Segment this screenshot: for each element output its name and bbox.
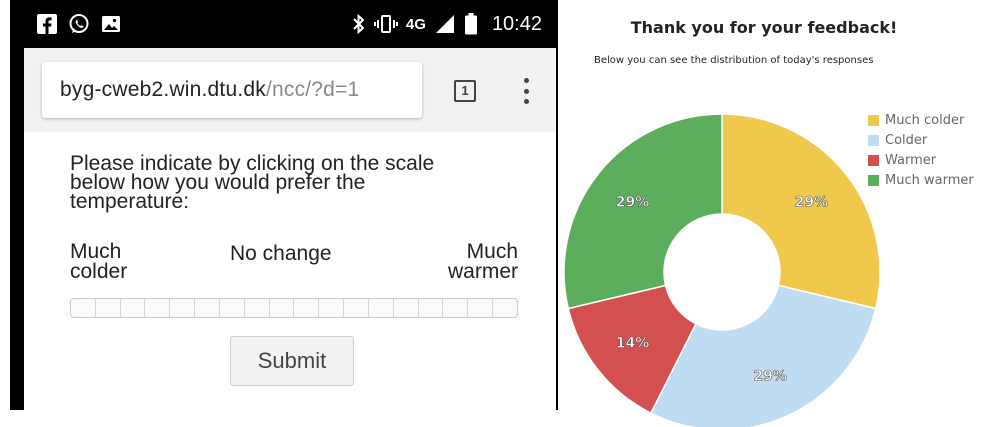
donut-chart: 29% 29% 14% 29% — [563, 113, 881, 427]
legend-item[interactable]: Much warmer — [868, 170, 974, 190]
legend-label: Warmer — [885, 152, 937, 168]
legend-item[interactable]: Much colder — [868, 110, 974, 130]
legend-label: Much warmer — [885, 172, 974, 188]
donut-slice-much-colder — [721, 113, 881, 310]
legend-item[interactable]: Colder — [868, 130, 974, 150]
slice-label: 29% — [795, 194, 829, 210]
slice-label: 29% — [616, 194, 650, 210]
legend-label: Much colder — [885, 112, 965, 128]
chart-legend: Much colder Colder Warmer Much warmer — [868, 110, 974, 190]
legend-item[interactable]: Warmer — [868, 150, 974, 170]
donut-slice-colder — [649, 284, 877, 427]
slice-label: 29% — [753, 368, 787, 384]
legend-swatch — [868, 134, 879, 146]
legend-label: Colder — [885, 132, 928, 148]
donut-slice-much-warmer — [563, 113, 723, 310]
slice-label: 14% — [616, 336, 650, 352]
legend-swatch — [868, 114, 879, 126]
legend-swatch — [868, 154, 879, 166]
legend-swatch — [868, 174, 879, 186]
